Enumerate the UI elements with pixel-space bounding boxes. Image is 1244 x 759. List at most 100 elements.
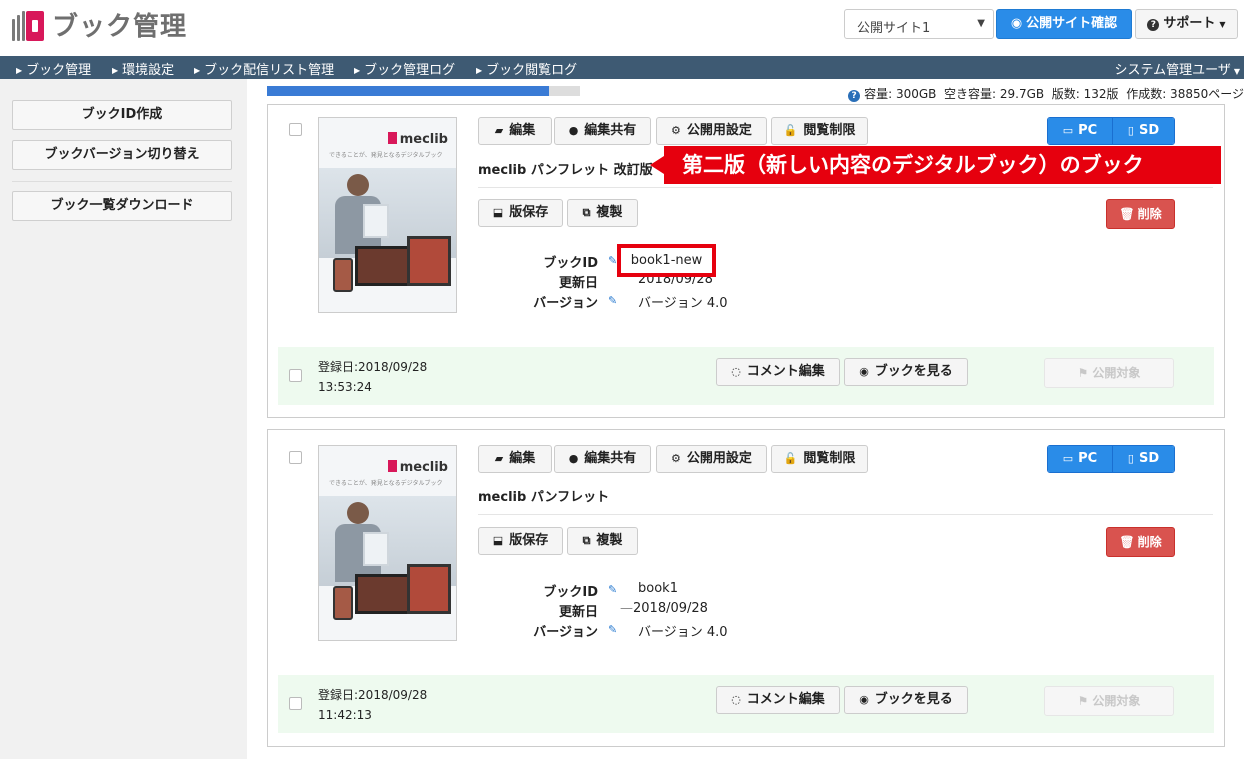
registration-date: 登録日:2018/09/28 13:53:24 — [318, 360, 428, 394]
caret-right-icon: ▶ — [354, 66, 361, 75]
create-book-id-button[interactable]: ブックID作成 — [12, 100, 232, 130]
app-title: ブック管理 — [52, 12, 188, 42]
card-divider — [478, 514, 1213, 515]
nav-item-distribution-list[interactable]: ▶ ブック配信リスト管理 — [194, 59, 334, 78]
publish-target-button[interactable]: ⚑ 公開対象 — [1044, 358, 1174, 388]
book-select-checkbox[interactable] — [289, 123, 302, 136]
save-edition-button[interactable]: ⬓ 版保存 — [478, 527, 563, 555]
eye-icon: ◉ — [859, 365, 869, 378]
save-edition-button[interactable]: ⬓ 版保存 — [478, 199, 563, 227]
user-icon: ● — [568, 452, 579, 465]
copy-button[interactable]: ⧉ 複製 — [567, 199, 638, 227]
question-circle-icon: ? — [1147, 19, 1160, 31]
updated-label: 更新日 — [558, 605, 598, 620]
version-value: バージョン 4.0 — [638, 625, 728, 640]
delete-button[interactable]: 🗑 削除 — [1106, 199, 1175, 229]
version-value: バージョン 4.0 — [638, 296, 728, 311]
nav-item-environment[interactable]: ▶ 環境設定 — [112, 59, 174, 78]
version-label: バージョン — [533, 625, 598, 640]
user-icon: ● — [568, 124, 579, 137]
device-toggle: ▭ PC ▯ SD — [1047, 445, 1175, 473]
footer-checkbox[interactable] — [289, 369, 302, 382]
book-id-label: ブックID — [543, 256, 598, 271]
gear-icon: ⚙ — [671, 452, 681, 465]
thumbnail-tagline: できることが、発見となるデジタルブック — [329, 152, 443, 159]
book-id-highlight: book1-new — [617, 244, 716, 277]
capacity-text: 容量: 300GB — [864, 87, 937, 101]
eye-icon: ◉ — [1010, 16, 1023, 31]
monitor-icon: ▭ — [1062, 452, 1074, 465]
card-footer: 登録日:2018/09/28 11:42:13 ◌ コメント編集 ◉ ブックを見る ⚑… — [278, 675, 1214, 733]
pencil-icon[interactable]: ✎ — [608, 254, 617, 267]
caret-down-icon: ▼ — [1233, 67, 1240, 76]
flag-icon: ⚑ — [1077, 694, 1089, 708]
main-nav: ▶ ブック管理 ▶ 環境設定 ▶ ブック配信リスト管理 ▶ ブック管理ログ ▶ ブック閲覧… — [0, 56, 1244, 79]
comment-icon: ◌ — [731, 365, 741, 378]
inbox-icon: ⬓ — [492, 534, 504, 547]
sd-button[interactable]: ▯ SD — [1112, 446, 1174, 472]
share-edit-button[interactable]: ● 編集共有 — [554, 445, 651, 473]
edit-button[interactable]: ▰ 編集 — [478, 117, 552, 145]
nav-item-view-log[interactable]: ▶ ブック閲覧ログ — [476, 59, 577, 78]
sd-button[interactable]: ▯ SD — [1112, 118, 1174, 144]
nav-item-book-management[interactable]: ▶ ブック管理 — [16, 59, 91, 78]
user-menu-label: システム管理ユーザ — [1114, 63, 1231, 78]
monitor-icon: ▭ — [1062, 124, 1074, 137]
help-icon[interactable]: ? — [848, 90, 861, 102]
pc-button[interactable]: ▭ PC — [1048, 118, 1112, 144]
eye-icon: ◉ — [859, 693, 869, 706]
footer-checkbox[interactable] — [289, 697, 302, 710]
view-restriction-button[interactable]: 🔓 閲覧制限 — [771, 445, 868, 473]
user-menu[interactable]: システム管理ユーザ ▼ — [1114, 59, 1240, 78]
book-icon: ▰ — [494, 452, 504, 465]
callout-arrow — [650, 156, 664, 174]
caret-down-icon: ▼ — [977, 18, 985, 29]
device-toggle: ▭ PC ▯ SD — [1047, 117, 1175, 145]
delete-button[interactable]: 🗑 削除 — [1106, 527, 1175, 557]
support-menu-button[interactable]: ? サポート ▼ — [1135, 9, 1238, 39]
copy-button[interactable]: ⧉ 複製 — [567, 527, 638, 555]
free-space-text: 空き容量: 29.7GB — [944, 87, 1045, 101]
updated-value: —2018/09/28 — [620, 601, 708, 616]
trash-icon: 🗑 — [1119, 207, 1135, 221]
nav-item-management-log[interactable]: ▶ ブック管理ログ — [354, 59, 455, 78]
caret-right-icon: ▶ — [476, 66, 483, 75]
pencil-icon[interactable]: ✎ — [608, 294, 617, 307]
book-select-checkbox[interactable] — [289, 451, 302, 464]
book-id-label: ブックID — [543, 585, 598, 600]
pencil-icon[interactable]: ✎ — [608, 623, 617, 636]
comment-edit-button[interactable]: ◌ コメント編集 — [716, 686, 840, 714]
brand-label: meclib — [387, 132, 448, 147]
public-settings-button[interactable]: ⚙ 公開用設定 — [656, 445, 767, 473]
switch-book-version-button[interactable]: ブックバージョン切り替え — [12, 140, 232, 170]
edit-button[interactable]: ▰ 編集 — [478, 445, 552, 473]
site-select[interactable]: 公開サイト1 ▼ — [844, 9, 994, 39]
view-restriction-button[interactable]: 🔓 閲覧制限 — [771, 117, 868, 145]
book-id-value: book1 — [638, 581, 678, 596]
caret-right-icon: ▶ — [16, 66, 23, 75]
book-card: meclib できることが、発見となるデジタルブック ▰ 編集 ● 編集共有 ⚙ 公開… — [267, 429, 1225, 747]
inbox-icon: ⬓ — [492, 206, 504, 219]
book-thumbnail[interactable]: meclib できることが、発見となるデジタルブック — [318, 445, 457, 641]
support-label: サポート — [1163, 16, 1216, 31]
card-footer: 登録日:2018/09/28 13:53:24 ◌ コメント編集 ◉ ブックを見る ⚑… — [278, 347, 1214, 405]
share-edit-button[interactable]: ● 編集共有 — [554, 117, 651, 145]
caret-right-icon: ▶ — [112, 66, 119, 75]
public-settings-button[interactable]: ⚙ 公開用設定 — [656, 117, 767, 145]
comment-edit-button[interactable]: ◌ コメント編集 — [716, 358, 840, 386]
meclib-logo-icon — [12, 9, 44, 41]
storage-progress-fill — [267, 86, 549, 96]
sidebar: ブックID作成 ブックバージョン切り替え ブック一覧ダウンロード — [0, 79, 247, 759]
publish-target-button[interactable]: ⚑ 公開対象 — [1044, 686, 1174, 716]
confirm-public-site-button[interactable]: ◉ 公開サイト確認 — [996, 9, 1132, 39]
download-book-list-button[interactable]: ブック一覧ダウンロード — [12, 191, 232, 221]
brand-label: meclib — [387, 460, 448, 475]
pages-created-text: 作成数: 38850ページ — [1126, 87, 1244, 101]
book-title: meclib パンフレット 改訂版 — [478, 163, 653, 178]
pencil-icon[interactable]: ✎ — [608, 583, 617, 596]
view-book-button[interactable]: ◉ ブックを見る — [844, 358, 968, 386]
pc-button[interactable]: ▭ PC — [1048, 446, 1112, 472]
book-thumbnail[interactable]: meclib できることが、発見となるデジタルブック — [318, 117, 457, 313]
site-select-value: 公開サイト1 — [857, 21, 931, 36]
view-book-button[interactable]: ◉ ブックを見る — [844, 686, 968, 714]
